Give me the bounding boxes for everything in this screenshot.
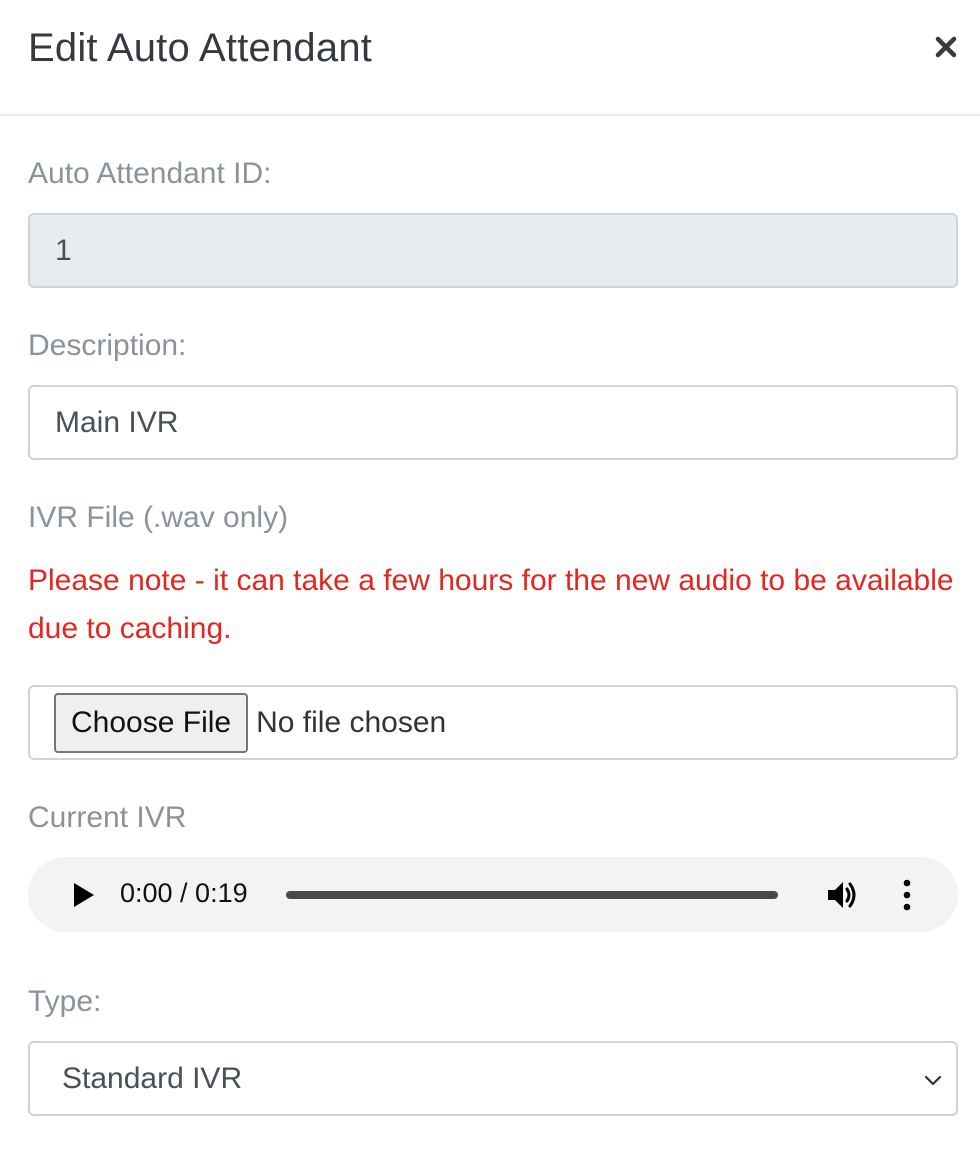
chevron-down-icon	[924, 1075, 942, 1086]
ivr-file-label: IVR File (.wav only)	[28, 501, 289, 534]
volume-icon	[828, 882, 856, 908]
modal-title: Edit Auto Attendant	[28, 26, 373, 70]
more-vertical-icon	[903, 879, 911, 911]
current-ivr-label: Current IVR	[28, 801, 187, 834]
description-value: Main IVR	[55, 405, 179, 439]
auto-attendant-id-field: 1	[28, 213, 958, 288]
auto-attendant-id-label: Auto Attendant ID:	[28, 157, 272, 190]
audio-progress-bar[interactable]	[286, 891, 778, 899]
volume-button[interactable]	[825, 877, 861, 913]
type-select[interactable]: Standard IVR	[28, 1041, 958, 1116]
description-input[interactable]: Main IVR	[28, 385, 958, 460]
description-label: Description:	[28, 329, 187, 362]
choose-file-button[interactable]: Choose File	[54, 692, 249, 753]
file-status-text: No file chosen	[256, 705, 447, 739]
ivr-file-input[interactable]: Choose File No file chosen	[28, 685, 958, 760]
auto-attendant-id-value: 1	[55, 233, 72, 267]
type-selected-value: Standard IVR	[62, 1061, 243, 1095]
audio-player: 0:00 / 0:19	[28, 857, 958, 932]
close-icon	[935, 36, 957, 58]
play-icon	[74, 883, 94, 907]
ivr-caching-note: Please note - it can take a few hours fo…	[28, 564, 954, 645]
type-label: Type:	[28, 985, 102, 1018]
more-options-button[interactable]	[898, 877, 916, 913]
edit-auto-attendant-modal: Edit Auto Attendant Auto Attendant ID: 1…	[0, 0, 980, 1150]
audio-time-display: 0:00 / 0:19	[120, 878, 248, 908]
modal-header: Edit Auto Attendant	[0, 0, 980, 116]
close-button[interactable]	[932, 30, 960, 64]
play-button[interactable]	[68, 880, 98, 910]
